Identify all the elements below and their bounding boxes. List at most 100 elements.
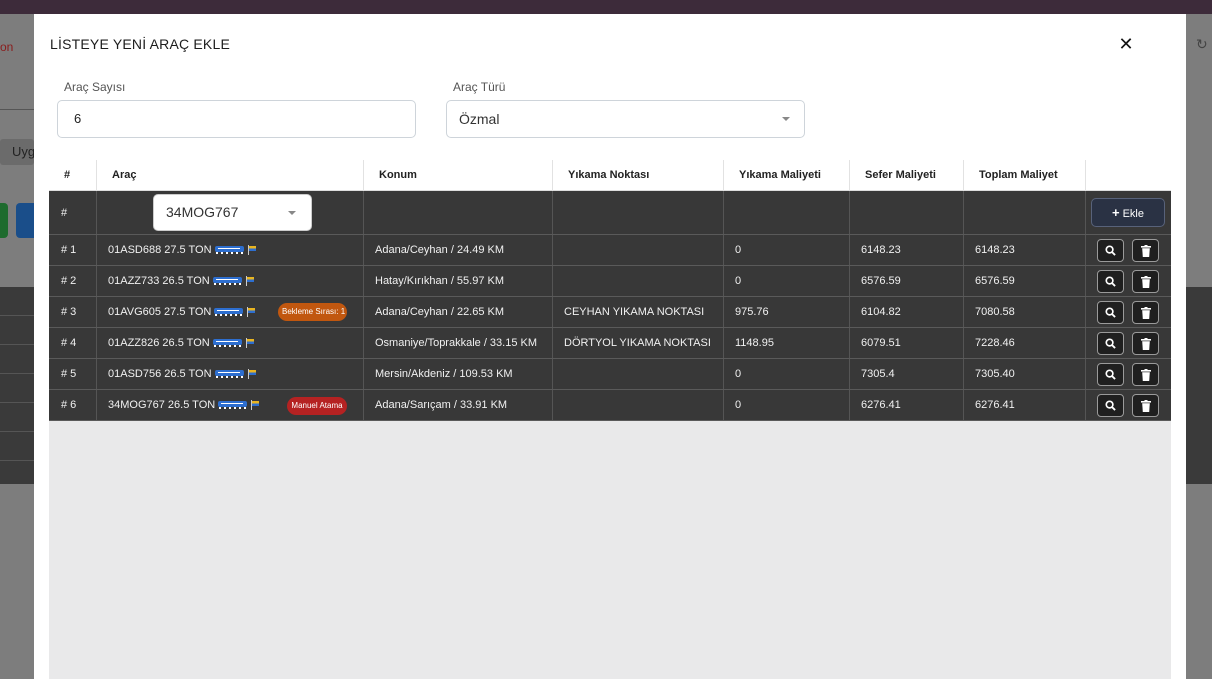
row-vehicle: 34MOG767 26.5 TON Manuel Atama	[97, 390, 364, 420]
search-button[interactable]	[1097, 332, 1124, 355]
delete-button[interactable]	[1132, 270, 1159, 293]
vehicle-table: # Araç Konum Yıkama Noktası Yıkama Maliy…	[49, 160, 1171, 679]
vehicle-plate: 34MOG767 26.5 TON	[108, 399, 216, 411]
row-total-cost-text: 6576.59	[975, 275, 1015, 287]
add-row-trip-cost	[850, 191, 964, 234]
flag-icon	[247, 245, 256, 255]
delete-button[interactable]	[1132, 332, 1159, 355]
row-wash-cost: 0	[724, 390, 850, 420]
delete-button[interactable]	[1132, 301, 1159, 324]
search-button[interactable]	[1097, 301, 1124, 324]
trash-icon	[1140, 244, 1151, 257]
row-index-text: # 4	[61, 337, 77, 349]
table-row: # 4 01AZZ826 26.5 TON Osmaniye/Toprakkale …	[49, 328, 1171, 359]
table-row: # 3 01AVG605 27.5 TON Bekleme Sırası: 1 Ada…	[49, 297, 1171, 328]
add-row-wash-point	[553, 191, 724, 234]
row-wash-cost: 0	[724, 235, 850, 265]
add-row-vehicle-cell: 34MOG767	[97, 191, 364, 234]
search-icon	[1105, 307, 1116, 318]
row-vehicle: 01AZZ826 26.5 TON	[97, 328, 364, 358]
search-button[interactable]	[1097, 363, 1124, 386]
row-wash-cost-text: 0	[735, 368, 742, 380]
row-total-cost: 7305.40	[964, 359, 1086, 389]
search-icon	[1105, 276, 1116, 287]
row-trip-cost-text: 6276.41	[861, 399, 901, 411]
row-location-text: Mersin/Akdeniz / 109.53 KM	[375, 368, 513, 380]
add-button[interactable]: + Ekle	[1091, 198, 1165, 227]
col-header-actions	[1086, 160, 1171, 191]
row-total-cost: 6576.59	[964, 266, 1086, 296]
delete-button[interactable]	[1132, 394, 1159, 417]
truck-icon	[218, 400, 248, 410]
row-wash-point	[553, 359, 724, 389]
close-icon[interactable]: ✕	[1116, 34, 1136, 54]
row-trip-cost-text: 6104.82	[861, 306, 901, 318]
trash-icon	[1140, 337, 1151, 350]
col-header-trip-cost: Sefer Maliyeti	[850, 160, 964, 191]
background-green-button	[0, 203, 8, 238]
row-location: Hatay/Kırıkhan / 55.97 KM	[364, 266, 553, 296]
flag-icon	[247, 307, 256, 317]
vehicle-type-select[interactable]: Özmal	[446, 100, 805, 138]
truck-icon	[212, 276, 242, 286]
row-location-text: Adana/Sarıçam / 33.91 KM	[375, 399, 508, 411]
table-row: # 6 34MOG767 26.5 TON Manuel Atama Adana/Sa…	[49, 390, 1171, 421]
row-vehicle: 01AZZ733 26.5 TON	[97, 266, 364, 296]
row-trip-cost: 6104.82	[850, 297, 964, 327]
row-location-text: Osmaniye/Toprakkale / 33.15 KM	[375, 337, 538, 349]
row-wash-point-text: CEYHAN YIKAMA NOKTASI	[564, 306, 705, 318]
row-location: Adana/Sarıçam / 33.91 KM	[364, 390, 553, 420]
truck-icon	[214, 307, 244, 317]
add-vehicle-modal: LİSTEYE YENİ ARAÇ EKLE ✕ Araç Sayısı 6 A…	[34, 14, 1186, 679]
row-wash-cost-text: 0	[735, 275, 742, 287]
vehicle-plate: 01AVG605 27.5 TON	[108, 306, 212, 318]
row-trip-cost-text: 7305.4	[861, 368, 895, 380]
background-blue-button	[16, 203, 34, 238]
row-index: # 5	[49, 359, 97, 389]
row-wash-point-text: DÖRTYOL YIKAMA NOKTASI	[564, 337, 711, 349]
search-icon	[1105, 245, 1116, 256]
flag-icon	[247, 369, 256, 379]
search-icon	[1105, 369, 1116, 380]
chevron-down-icon	[782, 117, 790, 121]
vehicle-plate: 01AZZ733 26.5 TON	[108, 275, 210, 287]
background-table-right	[1186, 287, 1212, 484]
search-button[interactable]	[1097, 239, 1124, 262]
background-divider	[0, 109, 34, 110]
row-trip-cost-text: 6576.59	[861, 275, 901, 287]
row-wash-cost-text: 0	[735, 399, 742, 411]
queue-badge: Bekleme Sırası: 1	[278, 303, 347, 321]
row-wash-cost: 975.76	[724, 297, 850, 327]
row-index: # 6	[49, 390, 97, 420]
vehicle-select[interactable]: 34MOG767	[153, 194, 312, 231]
delete-button[interactable]	[1132, 363, 1159, 386]
vehicle-count-input[interactable]: 6	[57, 100, 416, 138]
delete-button[interactable]	[1132, 239, 1159, 262]
search-button[interactable]	[1097, 270, 1124, 293]
col-header-total-cost: Toplam Maliyet	[964, 160, 1086, 191]
modal-title: LİSTEYE YENİ ARAÇ EKLE	[50, 36, 230, 52]
row-total-cost: 6148.23	[964, 235, 1086, 265]
vehicle-plate: 01ASD688 27.5 TON	[108, 244, 212, 256]
row-vehicle: 01ASD688 27.5 TON	[97, 235, 364, 265]
col-header-wash-point: Yıkama Noktası	[553, 160, 724, 191]
truck-icon	[212, 338, 242, 348]
row-vehicle: 01ASD756 26.5 TON	[97, 359, 364, 389]
row-wash-point	[553, 266, 724, 296]
vehicle-type-label: Araç Türü	[453, 80, 506, 94]
row-wash-point: DÖRTYOL YIKAMA NOKTASI	[553, 328, 724, 358]
table-row: # 2 01AZZ733 26.5 TON Hatay/Kırıkhan / 55.…	[49, 266, 1171, 297]
flag-icon	[245, 276, 254, 286]
search-icon	[1105, 400, 1116, 411]
row-index: # 4	[49, 328, 97, 358]
row-total-cost: 7228.46	[964, 328, 1086, 358]
search-button[interactable]	[1097, 394, 1124, 417]
row-wash-cost-text: 1148.95	[735, 337, 774, 349]
add-button-label: Ekle	[1122, 208, 1144, 220]
trash-icon	[1140, 399, 1151, 412]
row-location: Adana/Ceyhan / 24.49 KM	[364, 235, 553, 265]
flag-icon	[251, 400, 260, 410]
vehicle-plate: 01ASD756 26.5 TON	[108, 368, 212, 380]
row-location: Adana/Ceyhan / 22.65 KM	[364, 297, 553, 327]
vehicle-select-value: 34MOG767	[166, 204, 239, 220]
